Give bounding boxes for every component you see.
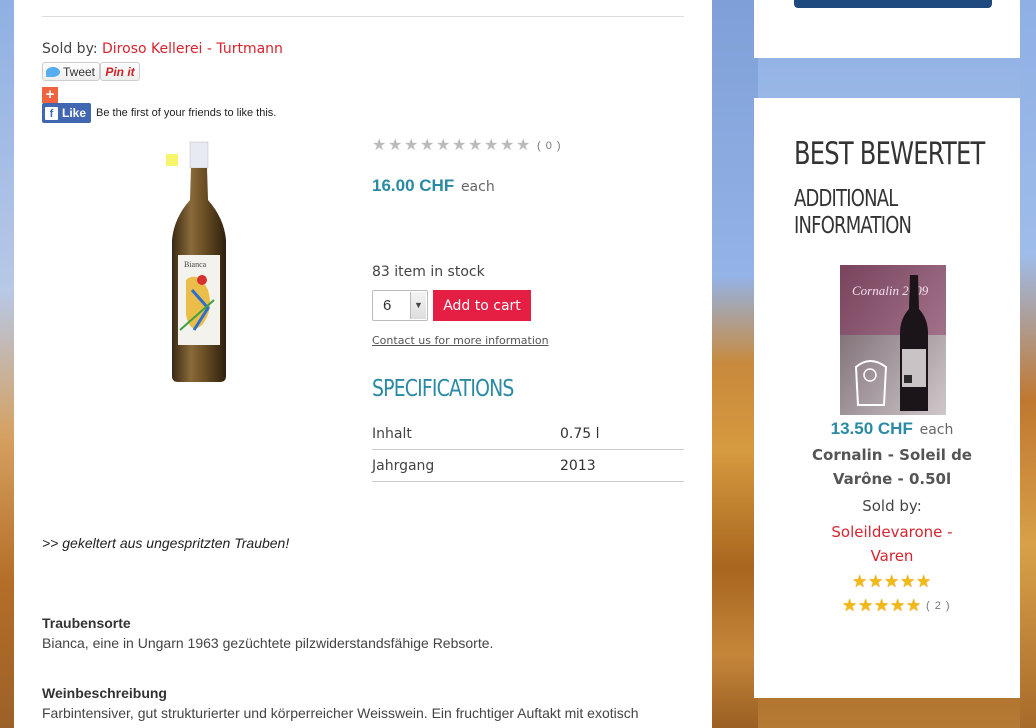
section-body: Bianca, eine in Ungarn 1963 gezüchtete p…: [42, 635, 494, 651]
rating-count: ( 0 ): [537, 139, 562, 152]
share-plus-button[interactable]: +: [42, 87, 58, 103]
spec-key: Inhalt: [372, 425, 412, 442]
additional-info-line: ADDITIONAL: [794, 186, 898, 212]
featured-rating-average: ★ ★ ★ ★ ★: [852, 572, 932, 591]
svg-text:Bianca: Bianca: [184, 260, 207, 269]
featured-name-line: Cornalin - Soleil de: [812, 446, 972, 464]
featured-price: 13.50 CHF each: [754, 419, 1030, 439]
star-icon[interactable]: ★: [452, 138, 467, 154]
best-rated-heading: BEST BEWERTET: [794, 136, 985, 172]
pin-it-button[interactable]: Pin it: [100, 62, 140, 81]
product-price: 16.00 CHF each: [372, 176, 495, 196]
background-scenery-left: [0, 0, 14, 728]
sold-by: Sold by: Diroso Kellerei - Turtmann: [42, 41, 283, 57]
featured-rating-count: ( 2 ): [926, 599, 951, 612]
featured-product-image[interactable]: Cornalin 2009: [840, 265, 946, 415]
quantity-value: 6: [383, 297, 392, 314]
cornalin-bottle-image: Cornalin 2009: [840, 265, 946, 415]
featured-sold-by-label: Sold by:: [862, 497, 922, 515]
price-value: 16.00 CHF: [372, 176, 455, 195]
star-icon[interactable]: ★: [500, 138, 515, 154]
star-filled-icon[interactable]: ★: [906, 597, 921, 614]
spec-key: Jahrgang: [372, 457, 435, 474]
product-rating[interactable]: ★ ★ ★ ★ ★ ★ ★ ★ ★ ★ ( 0 ): [372, 138, 562, 154]
star-filled-icon: ★: [900, 572, 916, 591]
contact-link[interactable]: Contact us for more information: [372, 334, 549, 347]
spec-value: 0.75 l: [560, 425, 600, 442]
star-icon[interactable]: ★: [420, 138, 435, 154]
star-icon[interactable]: ★: [436, 138, 451, 154]
background-scenery-right: [1020, 0, 1036, 728]
specifications-table: Inhalt 0.75 l Jahrgang 2013: [372, 418, 684, 482]
chevron-down-icon[interactable]: ▼: [410, 292, 426, 319]
featured-seller-line: Varen: [870, 547, 914, 565]
spec-row: Inhalt 0.75 l: [372, 418, 684, 450]
divider: [42, 16, 684, 17]
star-filled-icon[interactable]: ★: [874, 597, 889, 614]
star-filled-icon: ★: [884, 572, 900, 591]
featured-price-unit: each: [919, 422, 954, 438]
product-tagline: >> gekeltert aus ungespritzten Trauben!: [42, 535, 290, 551]
star-icon[interactable]: ★: [404, 138, 419, 154]
featured-price-value: 13.50 CHF: [830, 419, 913, 438]
sidebar-top-button[interactable]: [794, 0, 992, 8]
star-filled-icon: ★: [916, 572, 932, 591]
star-icon[interactable]: ★: [484, 138, 499, 154]
background-scenery-middle: [710, 0, 758, 728]
spec-value: 2013: [560, 457, 596, 474]
featured-product-name[interactable]: Cornalin - Soleil de Varône - 0.50l: [754, 443, 1030, 491]
facebook-like-text: Be the first of your friends to like thi…: [96, 107, 277, 119]
add-to-cart-button[interactable]: Add to cart: [433, 290, 531, 321]
facebook-icon: f: [45, 106, 58, 120]
section-heading: Weinbeschreibung: [42, 685, 167, 701]
pin-it-label: Pin it: [105, 64, 135, 79]
star-icon[interactable]: ★: [372, 138, 387, 154]
featured-seller-link[interactable]: Soleildevarone - Varen: [754, 520, 1030, 568]
sold-by-label: Sold by:: [42, 41, 98, 57]
star-filled-icon: ★: [868, 572, 884, 591]
star-filled-icon[interactable]: ★: [890, 597, 905, 614]
tweet-label: Tweet: [63, 64, 96, 79]
star-filled-icon[interactable]: ★: [858, 597, 873, 614]
twitter-bird-icon: [46, 66, 60, 77]
facebook-like-label: Like: [62, 106, 87, 120]
wine-bottle-image: Bianca: [172, 141, 226, 382]
star-icon[interactable]: ★: [388, 138, 403, 154]
sidebar-top-panel: [754, 0, 1020, 58]
specifications-heading: SPECIFICATIONS: [372, 376, 514, 402]
stock-status: 83 item in stock: [372, 264, 485, 280]
section-heading: Traubensorte: [42, 615, 131, 631]
price-unit: each: [460, 179, 495, 195]
sidebar-best-rated: BEST BEWERTET ADDITIONAL INFORMATION Cor…: [754, 98, 1020, 698]
featured-name-line: Varône - 0.50l: [832, 470, 952, 488]
seller-link[interactable]: Diroso Kellerei - Turtmann: [102, 41, 283, 57]
section-body: Farbintensiver, gut strukturierter und k…: [42, 705, 639, 721]
quantity-select[interactable]: 6 ▼: [372, 290, 428, 321]
tweet-button[interactable]: Tweet: [42, 62, 100, 81]
featured-rating[interactable]: ★ ★ ★ ★ ★ ( 2 ): [842, 597, 951, 614]
spec-row: Jahrgang 2013: [372, 450, 684, 482]
star-filled-icon[interactable]: ★: [842, 597, 857, 614]
featured-seller-line: Soleildevarone -: [831, 523, 953, 541]
star-icon[interactable]: ★: [516, 138, 531, 154]
additional-info-line: INFORMATION: [794, 213, 912, 239]
additional-info-heading: ADDITIONAL INFORMATION: [794, 186, 912, 240]
star-icon[interactable]: ★: [468, 138, 483, 154]
product-image[interactable]: Bianca: [164, 140, 234, 386]
star-filled-icon: ★: [852, 572, 868, 591]
facebook-like-button[interactable]: f Like: [42, 103, 91, 123]
product-detail-panel: Sold by: Diroso Kellerei - Turtmann Twee…: [14, 0, 712, 728]
